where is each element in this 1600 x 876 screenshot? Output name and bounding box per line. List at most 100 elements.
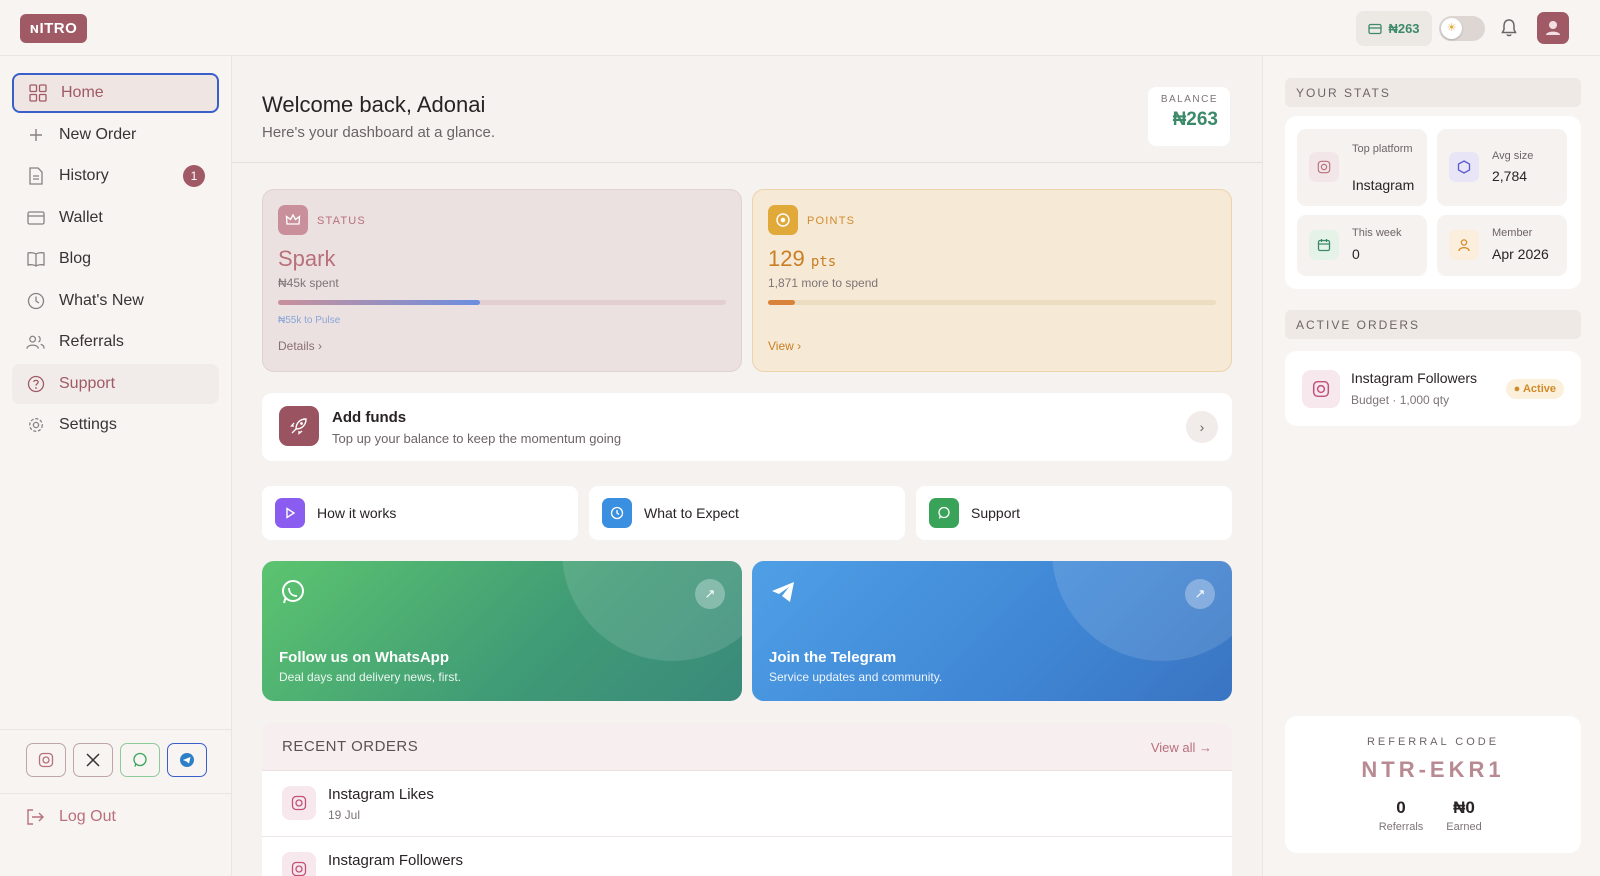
instagram-button[interactable] [26, 743, 66, 777]
points-card: POINTS 129 pts 1,871 more to spend View … [752, 189, 1232, 372]
bell-icon[interactable] [1498, 17, 1520, 39]
sidebar-item-label: Support [59, 375, 116, 392]
stat-top-platform: Top platform Instagram [1297, 129, 1427, 206]
add-funds-card[interactable]: Add funds Top up your balance to keep th… [262, 393, 1232, 461]
x-button[interactable] [73, 743, 113, 777]
user-icon [1546, 21, 1560, 35]
main-content: Welcome back, Adonai Here's your dashboa… [232, 56, 1262, 876]
card-icon [26, 209, 45, 228]
recent-orders-header: RECENT ORDERS View all → [262, 723, 1232, 771]
app-logo[interactable]: ɴITRO [20, 14, 87, 43]
top-bar: ɴITRO ₦263 ☀ [0, 0, 1600, 56]
status-next-tier: ₦55k to Pulse [278, 315, 341, 326]
book-icon [26, 250, 45, 269]
promo-subtitle: Service updates and community. [769, 670, 943, 684]
page-title: Welcome back, Adonai [262, 92, 486, 117]
status-details-link[interactable]: Details › [278, 339, 322, 353]
sidebar-item-blog[interactable]: Blog [12, 239, 219, 279]
instagram-icon [1309, 152, 1339, 182]
whatsapp-button[interactable] [120, 743, 160, 777]
stats-section-title: YOUR STATS [1285, 78, 1581, 107]
points-unit: pts [810, 254, 837, 270]
sidebar-item-label: Wallet [59, 209, 103, 226]
whatsapp-icon [282, 580, 304, 604]
stat-label: Member [1492, 227, 1533, 239]
points-value: 129 [768, 246, 805, 271]
sidebar-item-home[interactable]: Home [12, 73, 219, 113]
balance-label: BALANCE [1160, 94, 1218, 105]
help-circle-icon [26, 375, 45, 394]
status-card: STATUS Spark ₦45k spent ₦55k to Pulse De… [262, 189, 742, 372]
status-kicker: STATUS [317, 215, 366, 227]
order-name: Instagram Followers [328, 852, 464, 869]
stats-box: Top platform Instagram Avg size 2,784 Th… [1285, 116, 1581, 289]
status-spent: ₦45k spent [278, 276, 339, 290]
clock-icon [26, 292, 45, 311]
how-it-works-link[interactable]: How it works [262, 486, 578, 540]
what-to-expect-link[interactable]: What to Expect [589, 486, 905, 540]
status-tier: Spark [278, 246, 336, 271]
telegram-button[interactable] [167, 743, 207, 777]
promo-subtitle: Deal days and delivery news, first. [279, 670, 462, 684]
external-arrow-icon[interactable]: ↗ [1185, 579, 1215, 609]
referrals-label: Referrals [1378, 821, 1424, 833]
support-link[interactable]: Support [916, 486, 1232, 540]
telegram-icon [180, 753, 194, 767]
referral-code[interactable]: NTR-EKR1 [1285, 757, 1581, 783]
whatsapp-icon [133, 752, 147, 767]
instagram-icon [282, 786, 316, 820]
sidebar-item-label: Settings [59, 416, 117, 433]
sidebar-item-history[interactable]: History 1 [12, 156, 219, 196]
sidebar-item-settings[interactable]: Settings [12, 405, 219, 445]
sidebar-item-whats-new[interactable]: What's New [12, 281, 219, 321]
sidebar-item-support[interactable]: Support [12, 364, 219, 404]
sun-icon: ☀ [1441, 18, 1462, 39]
balance-chip[interactable]: ₦263 [1356, 11, 1432, 46]
sidebar-item-label: Referrals [59, 333, 124, 350]
table-row[interactable]: Instagram Followers [262, 837, 1232, 876]
status-progress-fill [278, 300, 480, 305]
points-view-link[interactable]: View › [768, 339, 801, 353]
whatsapp-promo-card[interactable]: ↗ Follow us on WhatsApp Deal days and de… [262, 561, 742, 701]
page-subtitle: Here's your dashboard at a glance. [262, 124, 496, 141]
stat-value: Apr 2026 [1492, 246, 1549, 262]
balance-value: ₦263 [1172, 109, 1218, 130]
stat-value: 2,784 [1492, 168, 1528, 184]
quick-link-label: How it works [317, 505, 397, 521]
sidebar-item-label: Blog [59, 250, 92, 267]
referral-code-label: REFERRAL CODE [1366, 736, 1500, 748]
sidebar-item-new-order[interactable]: New Order [12, 115, 219, 155]
points-progress-fill [768, 300, 795, 305]
referrals-stat: 0 Referrals [1366, 798, 1436, 833]
grid-icon [28, 84, 47, 103]
sidebar-item-referrals[interactable]: Referrals [12, 322, 219, 362]
chevron-right-icon[interactable]: › [1186, 411, 1218, 443]
decorative-circle [1052, 561, 1232, 661]
stat-value: Instagram [1352, 177, 1415, 193]
logout-label: Log Out [59, 808, 116, 825]
hexagon-icon [1449, 152, 1479, 182]
status-progress-bar [278, 300, 726, 305]
user-avatar[interactable] [1537, 12, 1569, 44]
points-icon [768, 205, 798, 235]
sidebar-item-wallet[interactable]: Wallet [12, 198, 219, 238]
external-arrow-icon[interactable]: ↗ [695, 579, 725, 609]
table-row[interactable]: Instagram Likes 19 Jul [262, 771, 1232, 837]
rocket-icon [279, 406, 319, 446]
right-panel: YOUR STATS Top platform Instagram Avg si… [1262, 56, 1600, 876]
telegram-promo-card[interactable]: ↗ Join the Telegram Service updates and … [752, 561, 1232, 701]
referrals-value: 0 [1396, 798, 1406, 817]
status-badge-label: Active [1522, 383, 1556, 395]
user-icon [1449, 230, 1479, 260]
status-badge: ● Active [1505, 379, 1564, 399]
active-orders-title: ACTIVE ORDERS [1285, 310, 1581, 339]
instagram-icon [282, 852, 316, 876]
view-all-link[interactable]: View all → [1151, 740, 1212, 755]
active-order-item[interactable]: Instagram Followers Budget · 1,000 qty ●… [1285, 351, 1581, 426]
logout-button[interactable]: Log Out [26, 808, 116, 826]
points-progress-bar [768, 300, 1216, 305]
theme-toggle[interactable]: ☀ [1439, 16, 1485, 41]
decorative-circle [562, 561, 742, 661]
referral-card: REFERRAL CODE NTR-EKR1 0 Referrals ₦0 Ea… [1285, 716, 1581, 853]
add-funds-title: Add funds [332, 409, 407, 426]
